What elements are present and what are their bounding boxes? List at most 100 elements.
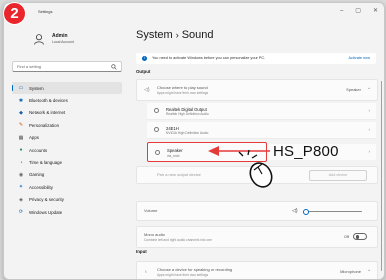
sidebar-item-windows-update[interactable]: ⟳ Windows Update [12,206,122,218]
device-radio[interactable] [154,108,159,113]
activation-banner: i You need to activate Windows before yo… [136,53,376,64]
main-content: System › Sound i You need to activate Wind… [126,21,384,279]
speaker-icon[interactable]: ◁) [292,208,298,214]
mono-audio-subtitle: Combine left and right audio channels in… [144,238,212,242]
sidebar-item-label: Windows Update [29,209,63,215]
scrollbar[interactable] [380,81,382,271]
chevron-up-icon: ⌃ [367,87,371,92]
output-device-realtek[interactable]: Realtek Digital Output Realtek High Defi… [147,103,376,120]
output-device-24e1h[interactable]: 24E1H NVIDIA High Definition Audio › [147,122,376,139]
shield-icon: ◈ [19,196,23,203]
speaker-icon: ◁) [144,87,150,93]
sidebar-item-label: Accessibility [29,184,53,190]
volume-row: Volume ◁) [136,201,378,221]
window-controls: – ▢ ✕ [340,7,378,15]
device-radio[interactable] [154,127,159,132]
sidebar-item-label: Personalization [29,122,60,128]
sidebar-item-privacy-security[interactable]: ◈ Privacy & security [12,194,122,206]
device-name: 24E1H [166,125,179,131]
sidebar-item-label: Accounts [29,147,48,153]
breadcrumb-parent[interactable]: System [136,29,173,41]
close-button[interactable]: ✕ [373,7,378,15]
brush-icon: ✎ [18,122,24,129]
update-icon: ⟳ [18,209,24,216]
search-placeholder: Find a setting [17,64,42,69]
pair-output-row: Pair a new output device Add device [136,166,378,184]
sidebar-item-label: Time & language [29,160,63,166]
sidebar-item-accounts[interactable]: ● Accounts [12,144,122,156]
window-title: Settings [38,9,53,14]
volume-slider-track[interactable] [307,211,362,213]
activation-text: You need to activate Windows before you … [152,56,266,60]
gaming-icon: ◉ [18,171,24,178]
volume-label: Volume [144,208,158,213]
sidebar-item-system[interactable]: ▭ System [12,82,122,95]
sidebar-item-label: Privacy & security [29,197,64,203]
sidebar-item-bluetooth-devices[interactable]: ✱ Bluetooth & devices [12,94,122,106]
input-section-title: Input [136,249,147,254]
choose-input-subtitle: Apps might have their own settings [157,273,209,277]
monitor-icon: ▭ [18,85,24,92]
device-subtitle: via_mob [167,153,180,158]
minimize-button[interactable]: – [340,7,343,15]
device-name: Speaker [167,147,183,153]
accessibility-icon: ✶ [18,184,24,191]
microphone-icon: ♁ [144,269,148,275]
sidebar-item-accessibility[interactable]: ✶ Accessibility [12,181,122,193]
breadcrumb: System › Sound [136,29,214,41]
mono-audio-row: Mono audio Combine left and right audio … [136,226,378,248]
sidebar-item-label: Bluetooth & devices [29,98,68,104]
sidebar: Admin Local Account Find a setting ▭ Syst… [4,21,126,279]
add-device-button[interactable]: Add device [309,170,367,181]
mono-audio-toggle[interactable] [353,233,367,240]
search-icon [111,63,117,70]
output-device-speaker[interactable]: Speaker via_mob [147,142,267,162]
profile-subtitle: Local Account [52,40,74,44]
bluetooth-icon: ✱ [18,97,24,104]
device-subtitle: NVIDIA High Definition Audio [166,131,209,135]
activate-now-link[interactable]: Activate now [348,56,370,60]
sidebar-item-label: Gaming [29,172,45,178]
choose-input-title: Choose a device for speaking or recordin… [157,267,233,272]
search-input[interactable]: Find a setting [12,61,122,72]
sidebar-item-network-internet[interactable]: ◆ Network & internet [12,107,122,119]
device-radio[interactable] [155,149,160,155]
avatar-icon [34,34,44,45]
sidebar-item-gaming[interactable]: ◉ Gaming [12,169,122,181]
sidebar-item-time-language[interactable]: ◔ Time & language [12,156,122,168]
nav-list: ▭ System ✱ Bluetooth & devices ◆ Network & in… [12,82,122,218]
settings-window: Settings – ▢ ✕ Admin Local Account Find … [3,2,385,280]
choose-output-row[interactable]: ◁) Choose where to play sound Apps might… [136,79,378,101]
callout-label: HS_P800 [273,143,339,160]
output-selected-value: Speaker [346,87,361,92]
sidebar-item-label: Network & internet [29,110,66,116]
breadcrumb-separator: › [175,30,179,40]
sidebar-item-label: Apps [29,135,40,141]
device-name: Realtek Digital Output [166,106,207,112]
choose-input-row[interactable]: ♁ Choose a device for speaking or record… [136,261,378,279]
device-subtitle: Realtek High Definition Audio [166,112,209,116]
input-selected-value: Microphone [340,269,361,274]
choose-output-title: Choose where to play sound [157,85,208,90]
mono-audio-title: Mono audio [144,232,165,237]
network-icon: ◆ [19,109,23,116]
sidebar-item-label: System [29,85,44,91]
accounts-icon: ● [19,147,23,154]
output-section-title: Output [136,69,151,74]
sidebar-item-apps[interactable]: ▦ Apps [12,132,122,144]
apps-icon: ▦ [18,134,24,141]
clock-icon: ◔ [19,159,23,166]
page-title: Sound [181,29,214,41]
profile-name: Admin [52,33,68,39]
chevron-up-icon: ⌃ [367,269,371,274]
pair-output-label: Pair a new output device [157,172,201,177]
title-bar: Settings – ▢ ✕ [4,3,384,21]
step-badge: 2 [3,2,26,25]
sidebar-item-personalization[interactable]: ✎ Personalization [12,119,122,131]
maximize-button[interactable]: ▢ [355,7,361,15]
chevron-right-icon: › [368,108,371,113]
volume-slider-thumb[interactable] [303,208,309,215]
info-icon: i [142,56,147,61]
chevron-right-icon: › [368,127,371,132]
mono-audio-state: Off [343,233,349,239]
